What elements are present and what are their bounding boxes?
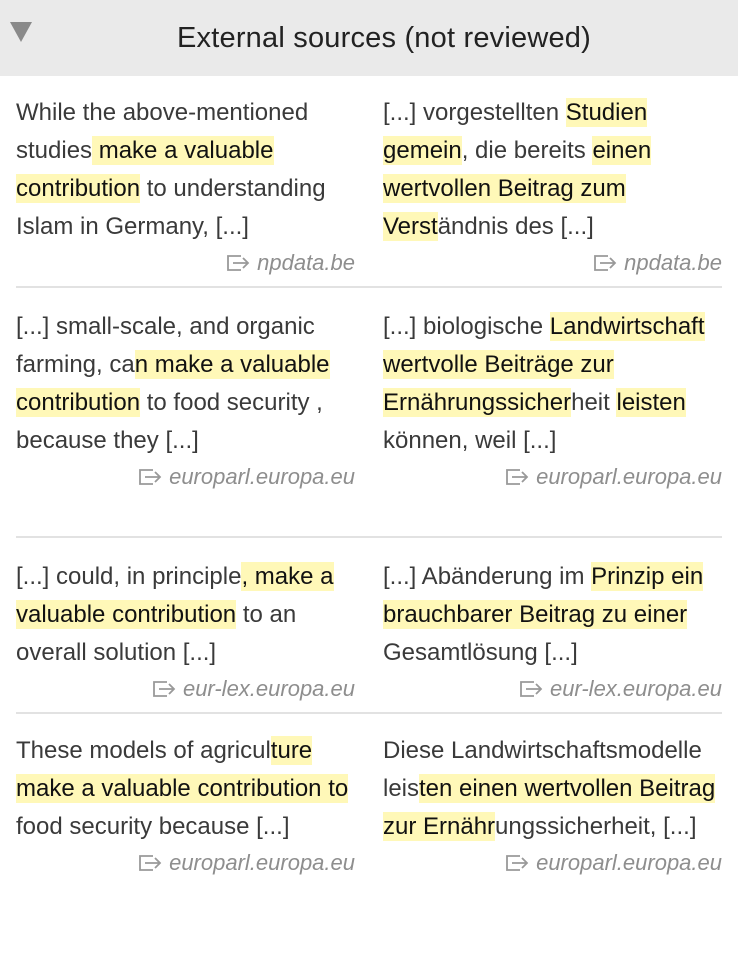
target-domain: europarl.europa.eu (536, 850, 722, 875)
text-segment: [...] vorgestellten (383, 99, 566, 126)
external-link-icon (506, 855, 529, 871)
target-text: Diese Landwirtschaftsmodelle leisten ein… (383, 732, 722, 846)
source-sentence: While the above-mentioned studies make a… (16, 94, 369, 286)
section-title: External sources (not reviewed) (177, 21, 591, 54)
target-domain: npdata.be (624, 250, 722, 275)
example-list: While the above-mentioned studies make a… (0, 76, 738, 878)
external-link-icon (227, 255, 250, 271)
source-domain: eur-lex.europa.eu (182, 676, 355, 701)
source-link[interactable]: europarl.europa.eu (16, 462, 355, 492)
source-domain: europarl.europa.eu (169, 850, 355, 875)
source-domain: europarl.europa.eu (169, 464, 355, 489)
text-segment: ändnis des [...] (437, 213, 594, 240)
target-text: [...] biologische Landwirtschaft wertvol… (383, 308, 722, 460)
text-segment: können, weil [...] (383, 427, 557, 454)
highlighted-phrase: leisten (616, 388, 686, 417)
target-sentence: [...] Abänderung im Prinzip ein brauchba… (369, 558, 722, 712)
external-sources-header[interactable]: External sources (not reviewed) (0, 0, 738, 76)
target-text: [...] vorgestellten Studien gemein, die … (383, 94, 722, 246)
text-segment: Gesamtlösung [...] (383, 639, 578, 666)
source-link[interactable]: europarl.europa.eu (16, 848, 355, 878)
external-link-icon (139, 469, 162, 485)
text-segment: [...] could, in principle (16, 563, 242, 590)
text-segment: food security because [...] (16, 813, 290, 840)
text-segment: These models of agricul (16, 737, 271, 764)
text-segment: [...] biologische (383, 313, 550, 340)
target-link[interactable]: npdata.be (383, 248, 722, 278)
target-link[interactable]: europarl.europa.eu (383, 462, 722, 492)
text-segment: , die bereits (461, 137, 593, 164)
target-link[interactable]: eur-lex.europa.eu (383, 674, 722, 704)
target-sentence: [...] biologische Landwirtschaft wertvol… (369, 308, 722, 536)
target-link[interactable]: europarl.europa.eu (383, 848, 722, 878)
example-pair: While the above-mentioned studies make a… (16, 76, 722, 288)
text-segment: ungssicherheit, [...] (495, 813, 697, 840)
example-pair: [...] could, in principle, make a valuab… (16, 538, 722, 714)
target-text: [...] Abänderung im Prinzip ein brauchba… (383, 558, 722, 672)
source-text: While the above-mentioned studies make a… (16, 94, 355, 246)
source-link[interactable]: eur-lex.europa.eu (16, 674, 355, 704)
target-sentence: [...] vorgestellten Studien gemein, die … (369, 94, 722, 286)
source-text: [...] could, in principle, make a valuab… (16, 558, 355, 672)
example-pair: These models of agriculture make a valua… (16, 714, 722, 878)
external-link-icon (153, 681, 176, 697)
external-link-icon (594, 255, 617, 271)
text-segment: [...] Abänderung im (383, 563, 592, 590)
collapse-triangle-icon[interactable] (10, 22, 32, 42)
target-sentence: Diese Landwirtschaftsmodelle leisten ein… (369, 732, 722, 878)
source-sentence: These models of agriculture make a valua… (16, 732, 369, 878)
example-pair: [...] small-scale, and organic farming, … (16, 288, 722, 538)
source-text: [...] small-scale, and organic farming, … (16, 308, 355, 460)
source-domain: npdata.be (257, 250, 355, 275)
external-link-icon (520, 681, 543, 697)
source-text: These models of agriculture make a valua… (16, 732, 355, 846)
source-sentence: [...] small-scale, and organic farming, … (16, 308, 369, 536)
external-link-icon (506, 469, 529, 485)
target-domain: europarl.europa.eu (536, 464, 722, 489)
external-link-icon (139, 855, 162, 871)
target-domain: eur-lex.europa.eu (549, 676, 722, 701)
source-link[interactable]: npdata.be (16, 248, 355, 278)
source-sentence: [...] could, in principle, make a valuab… (16, 558, 369, 712)
text-segment: heit (571, 389, 617, 416)
